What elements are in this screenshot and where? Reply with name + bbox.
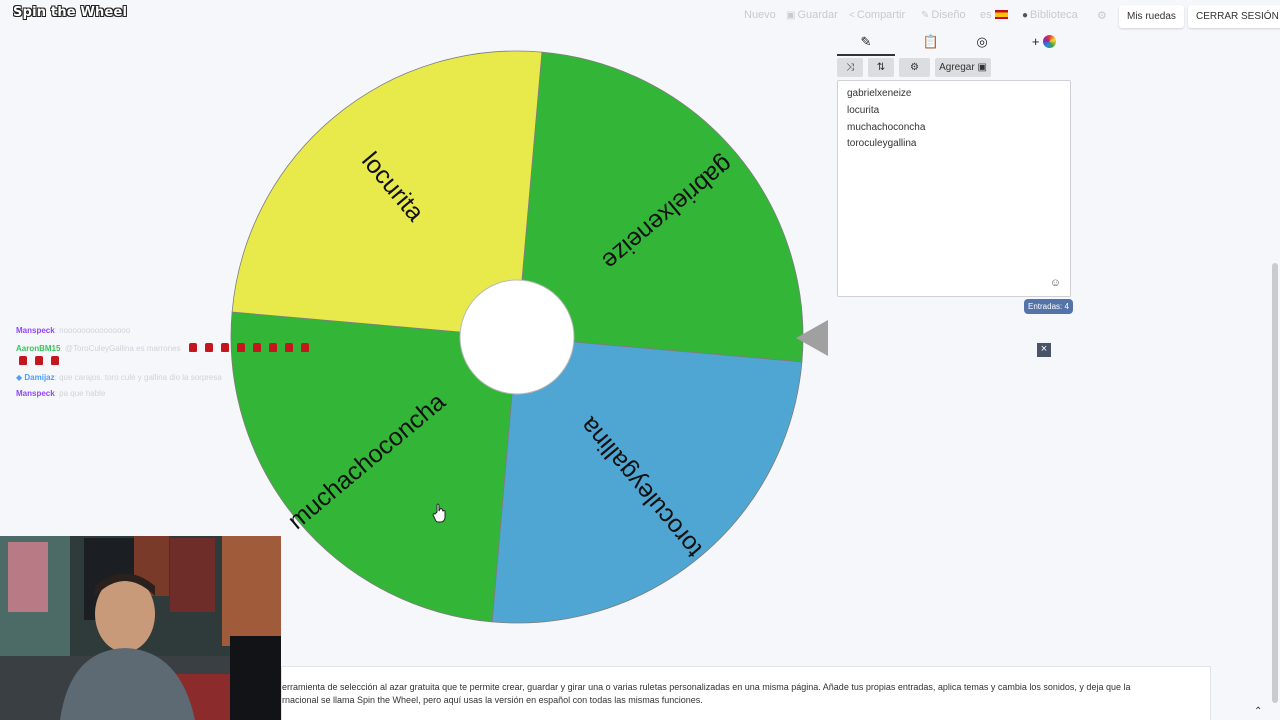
chat-message: AaronBM15: @ToroCuleyGallina es marrones: [16, 343, 317, 353]
chat-text: : que carajos. toro culé y gallina dio l…: [54, 373, 222, 382]
add-image-label: Agregar: [939, 62, 975, 73]
edit-tab[interactable]: ✎: [837, 34, 895, 56]
cup-emote-icon: [188, 343, 197, 352]
chat-message: Manspeck: nooooooooooooooo: [16, 326, 130, 335]
entry-line[interactable]: gabrielxeneize: [847, 86, 1070, 103]
cup-emote-icon: [268, 343, 277, 352]
editor-tabs: ✎ 📋 ◎ +: [837, 34, 1071, 56]
description-line: erramienta de selección al azar gratuita…: [282, 682, 1131, 692]
webcam-image: [0, 536, 281, 720]
chat-user: AaronBM15: [16, 344, 61, 353]
cup-emote-icon: [236, 343, 245, 352]
emoji-picker-icon[interactable]: ☺: [1050, 277, 1061, 289]
cup-emotes: [188, 343, 317, 353]
results-tab[interactable]: 📋: [917, 34, 945, 50]
page-scrollbar[interactable]: [1272, 263, 1278, 703]
settings-button[interactable]: ⚙: [899, 58, 930, 77]
chat-text: : @ToroCuleyGallina es marrones: [60, 344, 181, 353]
image-icon: ▣: [977, 62, 987, 73]
description-line: rnacional se llama Spin the Wheel, pero …: [282, 695, 703, 705]
sort-button[interactable]: ⇅: [868, 58, 894, 77]
chat-text: : pa que hable: [54, 389, 106, 398]
sort-icon: ⇅: [876, 62, 886, 73]
description-panel: erramienta de selección al azar gratuita…: [281, 666, 1211, 720]
color-wheel-icon: [1043, 35, 1057, 48]
cup-emote-icon: [19, 356, 27, 365]
clipboard-icon: 📋: [922, 34, 940, 49]
chat-user: Manspeck: [16, 389, 55, 398]
hide-tab[interactable]: ◎: [972, 34, 992, 50]
pencil-icon: ✎: [860, 34, 872, 49]
cup-emote-icon: [284, 343, 293, 352]
webcam-overlay: [0, 536, 281, 720]
cup-emote-icon: [35, 356, 43, 365]
shuffle-icon: ⤨: [846, 62, 854, 73]
cup-emote-icon: [252, 343, 261, 352]
close-icon[interactable]: ×: [1037, 343, 1051, 357]
chat-message: Manspeck: pa que hable: [16, 389, 105, 398]
cup-emote-icon: [204, 343, 213, 352]
chat-badge-icon: ◆: [16, 373, 23, 382]
chat-user: Manspeck: [16, 326, 55, 335]
entries-count-badge: Entradas: 4: [1024, 299, 1073, 314]
plus-icon: +: [1031, 34, 1040, 49]
eye-slash-icon: ◎: [976, 34, 988, 49]
shuffle-button[interactable]: ⤨: [837, 58, 863, 77]
entry-line[interactable]: muchachoconcha: [847, 120, 1070, 137]
chat-text: : nooooooooooooooo: [54, 326, 131, 335]
cup-emote-icon: [300, 343, 309, 352]
gear-icon: ⚙: [910, 62, 919, 73]
chat-emote-row: [19, 356, 67, 366]
wheel-center[interactable]: [459, 279, 575, 395]
cup-emote-icon: [51, 356, 59, 365]
chat-message: ◆ Damijaz: que carajos. toro culé y gall…: [16, 373, 222, 382]
cup-emote-icon: [220, 343, 229, 352]
entries-textarea[interactable]: gabrielxeneize locurita muchachoconcha t…: [837, 80, 1071, 297]
entry-line[interactable]: toroculeygallina: [847, 136, 1070, 153]
add-wheel-tab[interactable]: +: [1027, 34, 1061, 49]
scroll-up-icon[interactable]: ⌃: [1254, 706, 1262, 717]
chat-user: Damijaz: [24, 373, 55, 382]
entry-line[interactable]: locurita: [847, 103, 1070, 120]
add-image-button[interactable]: Agregar ▣: [935, 58, 991, 77]
